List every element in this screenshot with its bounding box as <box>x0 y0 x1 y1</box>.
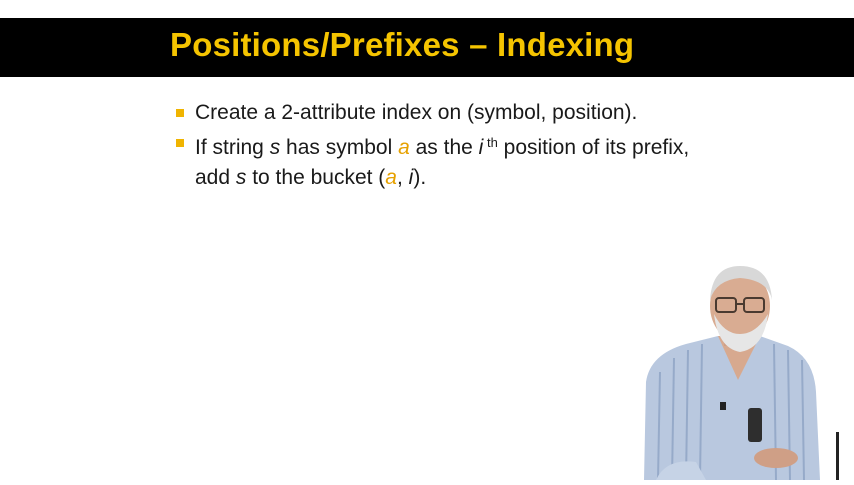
bullet-item-index: Create a 2-attribute index on (symbol, p… <box>174 98 714 128</box>
bullet-text-part: ). <box>413 166 427 189</box>
slide-title: Positions/Prefixes – Indexing <box>170 26 635 63</box>
bullet-list: Create a 2-attribute index on (symbol, p… <box>174 98 714 193</box>
bullet-square-icon <box>176 139 184 147</box>
bullet-text-part: has symbol <box>280 136 399 159</box>
superscript-th: th <box>483 135 498 150</box>
presenter-video <box>636 262 840 481</box>
bullet-text-part: If string <box>195 136 270 159</box>
presenter-figure-icon <box>644 266 839 481</box>
bullet-item-bucket: If string s has symbol a as the i th pos… <box>174 128 714 193</box>
variable-s: s <box>269 136 281 159</box>
bullet-text-part: to the bucket ( <box>246 166 386 189</box>
variable-a: a <box>385 166 397 189</box>
variable-s: s <box>235 166 247 189</box>
slide-title-bar: Positions/Prefixes – Indexing <box>0 18 854 77</box>
bullet-square-icon <box>176 109 184 117</box>
bullet-text: Create a 2-attribute index on (symbol, p… <box>195 101 638 124</box>
bullet-text-part: , <box>396 166 409 189</box>
bullet-text-part: as the <box>409 136 479 159</box>
variable-a: a <box>398 136 410 159</box>
